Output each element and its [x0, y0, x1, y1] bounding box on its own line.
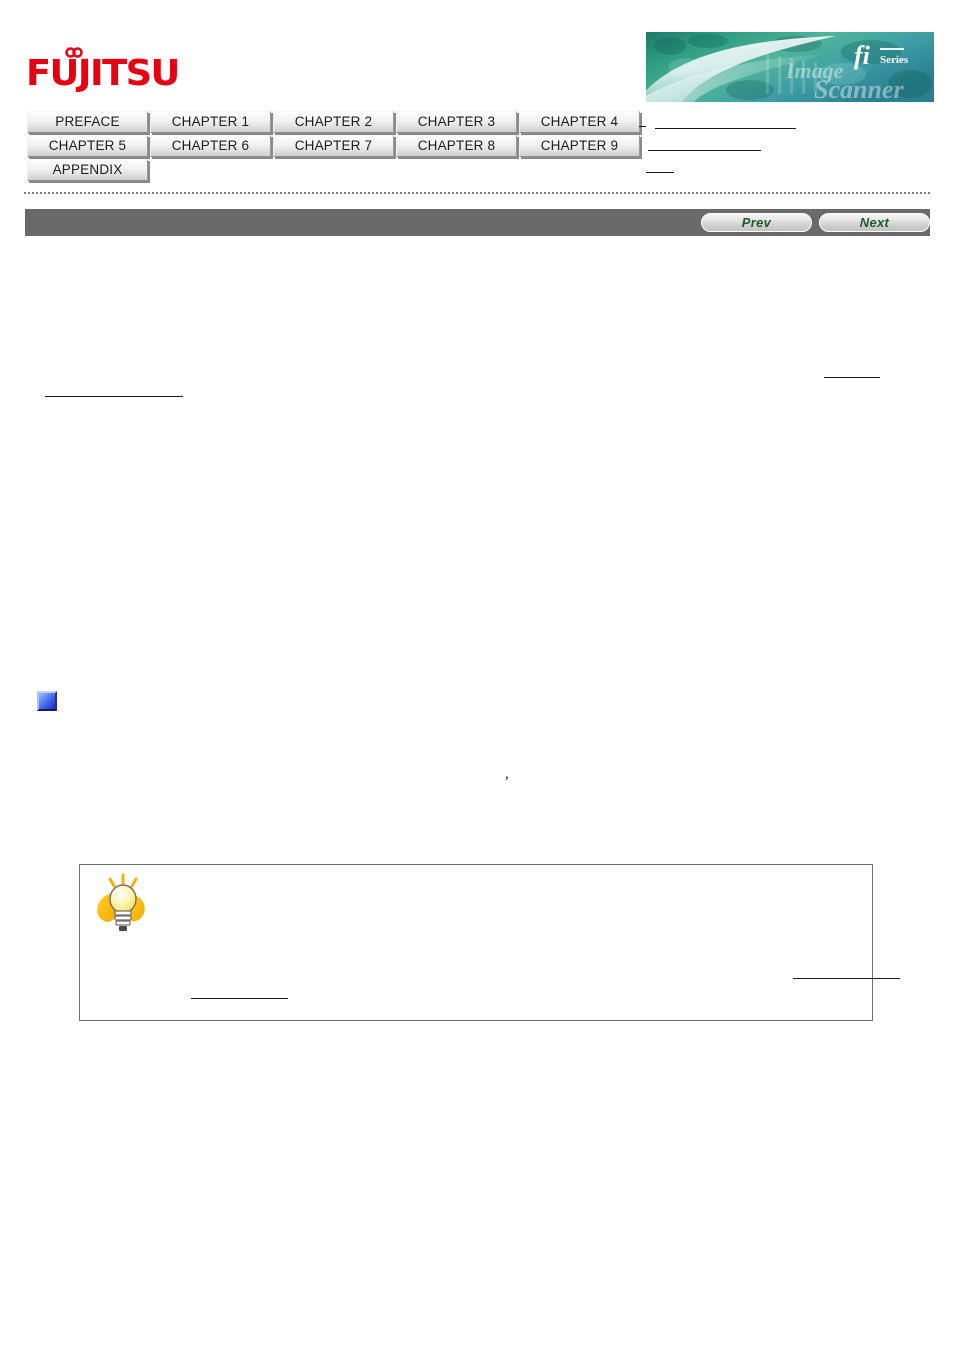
svg-text:fi: fi — [854, 41, 871, 70]
nav-button-appendix[interactable]: APPENDIX — [27, 159, 148, 181]
lightbulb-hint-icon — [90, 873, 156, 935]
chapter-navigation: PREFACE CHAPTER 1 CHAPTER 2 CHAPTER 3 CH… — [27, 111, 727, 183]
svg-text:Scanner: Scanner — [814, 75, 904, 102]
fi-series-banner: Image Scanner fi Series — [646, 32, 934, 102]
stray-comma-glyph: , — [505, 766, 509, 782]
prev-button[interactable]: Prev — [701, 213, 812, 232]
chapter-nav-row: PREFACE CHAPTER 1 CHAPTER 2 CHAPTER 3 CH… — [27, 111, 727, 133]
content-heading-link[interactable] — [45, 396, 183, 397]
nav-side-link-1[interactable] — [655, 128, 796, 129]
chapter-nav-row: APPENDIX — [27, 159, 727, 181]
hint-link-right[interactable] — [793, 978, 900, 979]
page-header: FUJITSU Image Scanner fi Series — [0, 0, 954, 108]
pager-bar: Prev Next — [25, 209, 930, 236]
nav-button-chapter-1[interactable]: CHAPTER 1 — [150, 111, 271, 133]
nav-dash-separator — [639, 126, 646, 127]
nav-side-link-3[interactable] — [646, 172, 674, 173]
content-breadcrumb-link[interactable] — [824, 377, 880, 378]
svg-text:Series: Series — [880, 54, 909, 66]
hint-box — [79, 864, 900, 1021]
next-button[interactable]: Next — [819, 213, 930, 232]
nav-button-chapter-5[interactable]: CHAPTER 5 — [27, 135, 148, 157]
nav-button-chapter-4[interactable]: CHAPTER 4 — [519, 111, 640, 133]
dotted-divider — [24, 192, 930, 194]
nav-button-chapter-7[interactable]: CHAPTER 7 — [273, 135, 394, 157]
fujitsu-logo: FUJITSU — [26, 44, 180, 96]
fujitsu-wordmark: FUJITSU — [26, 53, 180, 94]
nav-button-preface[interactable]: PREFACE — [27, 111, 148, 133]
nav-side-link-2[interactable] — [648, 150, 761, 151]
nav-button-chapter-6[interactable]: CHAPTER 6 — [150, 135, 271, 157]
nav-button-chapter-8[interactable]: CHAPTER 8 — [396, 135, 517, 157]
hint-link-left[interactable] — [191, 998, 288, 999]
blue-square-bullet-icon — [37, 691, 59, 713]
nav-button-chapter-2[interactable]: CHAPTER 2 — [273, 111, 394, 133]
nav-button-chapter-3[interactable]: CHAPTER 3 — [396, 111, 517, 133]
chapter-nav-row: CHAPTER 5 CHAPTER 6 CHAPTER 7 CHAPTER 8 … — [27, 135, 727, 157]
nav-button-chapter-9[interactable]: CHAPTER 9 — [519, 135, 640, 157]
